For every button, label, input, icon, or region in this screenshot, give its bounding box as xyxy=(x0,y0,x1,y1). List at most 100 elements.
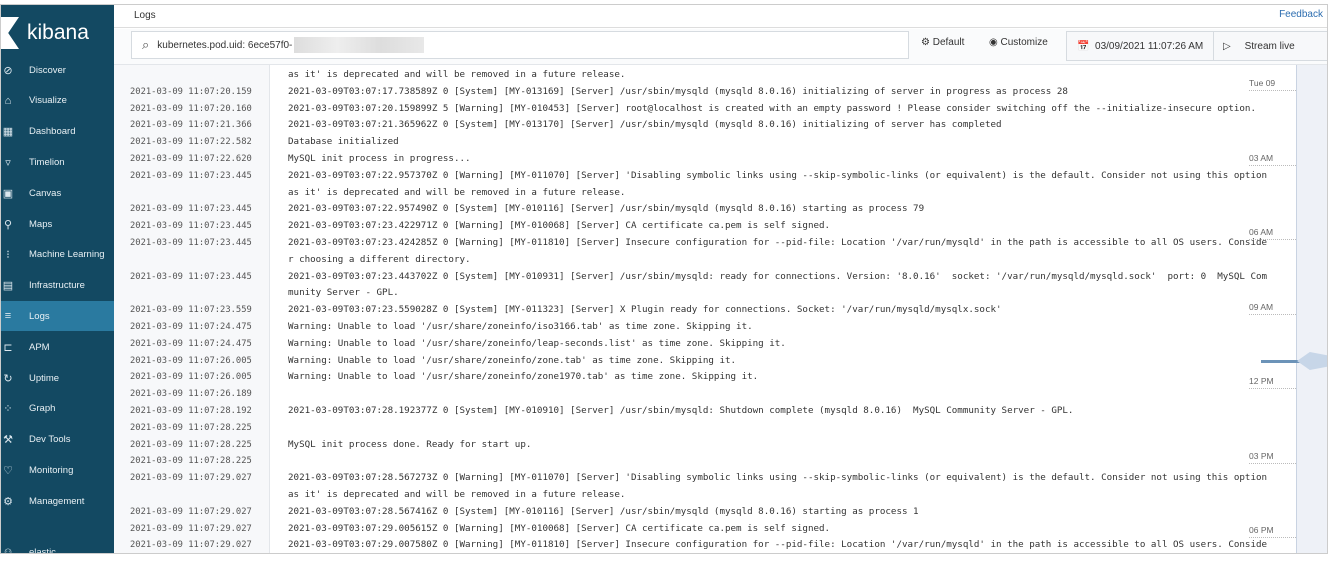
search-input[interactable]: ⌕ kubernetes.pod.uid: 6ece57f0- xyxy=(131,31,909,59)
log-timestamp: 2021-03-09 11:07:29.027 xyxy=(130,523,252,534)
maps-icon: ⚲ xyxy=(3,218,13,231)
timeline-tick: 12 PM xyxy=(1249,376,1296,389)
sidebar-item-label: Dev Tools xyxy=(29,434,71,446)
infrastructure-icon: ▤ xyxy=(2,280,14,293)
kibana-logo-icon xyxy=(1,17,19,49)
sidebar-item-label: Uptime xyxy=(29,372,60,384)
log-timestamp: 2021-03-09 11:07:29.027 xyxy=(130,506,252,517)
visualize-icon: ⌂ xyxy=(4,94,12,107)
timeline-tick: 06 AM xyxy=(1249,227,1296,240)
log-timestamp: 2021-03-09 11:07:23.445 xyxy=(130,271,252,282)
monitoring-icon: ♡ xyxy=(3,464,13,477)
log-message-line: munity Server - GPL. xyxy=(288,287,399,299)
sidebar-item-label: Graph xyxy=(29,403,56,415)
sidebar-item-label: Monitoring xyxy=(29,464,74,476)
sidebar-item-discover[interactable]: ⊘ Discover xyxy=(1,55,114,85)
stream-live-button[interactable]: ▷ Stream live xyxy=(1223,41,1295,52)
log-timestamp: 2021-03-09 11:07:23.445 xyxy=(130,170,252,181)
default-button[interactable]: ⚙ Default xyxy=(921,37,964,48)
sidebar-item-monitoring[interactable]: ♡ Monitoring xyxy=(1,455,114,485)
log-message-line: Database initialized xyxy=(288,136,399,148)
sidebar-item-uptime[interactable]: ↻ Uptime xyxy=(1,363,114,393)
sidebar-item-management[interactable]: ⚙ Management xyxy=(1,486,114,516)
log-message: 2021-03-09T03:07:29.005615Z 0 [Warning] … xyxy=(288,521,830,538)
timeline[interactable]: Tue 09 03 AM 06 AM 09 AM 12 PM 03 PM 06 PM xyxy=(1241,65,1296,553)
log-message: 2021-03-09T03:07:21.365962Z 0 [System] [… xyxy=(288,117,1002,134)
ml-icon: ⁝ xyxy=(6,249,10,262)
sidebar-item-maps[interactable]: ⚲ Maps xyxy=(1,209,114,239)
sidebar-item-label: Maps xyxy=(29,218,53,230)
feedback-link[interactable]: Feedback xyxy=(1279,9,1323,20)
kibana-logo[interactable]: kibana xyxy=(1,13,89,53)
log-stream[interactable]: as it' is deprecated and will be removed… xyxy=(114,65,1267,553)
sidebar-item-infrastructure[interactable]: ▤ Infrastructure xyxy=(1,271,114,301)
log-message-line: 2021-03-09T03:07:23.422971Z 0 [Warning] … xyxy=(288,220,831,232)
sidebar-item-machine-learning[interactable]: ⁝ Machine Learning xyxy=(1,240,114,270)
log-timestamp: 2021-03-09 11:07:20.159 xyxy=(130,86,252,97)
log-timestamp: 2021-03-09 11:07:29.027 xyxy=(130,473,252,484)
log-timestamp: 2021-03-09 11:07:24.475 xyxy=(130,322,252,332)
log-message: 2021-03-09T03:07:23.424285Z 0 [Warning] … xyxy=(288,235,1267,269)
sidebar-item-canvas[interactable]: ▣ Canvas xyxy=(1,178,114,208)
log-message-line: 2021-03-09T03:07:29.007580Z 0 [Warning] … xyxy=(288,539,1268,551)
devtools-icon: ⚒ xyxy=(3,434,13,447)
sidebar-item-dev-tools[interactable]: ⚒ Dev Tools xyxy=(1,425,114,455)
log-message: 2021-03-09T03:07:23.559028Z 0 [System] [… xyxy=(288,302,1002,319)
log-timestamp: 2021-03-09 11:07:23.445 xyxy=(130,238,252,248)
log-message: 2021-03-09T03:07:23.443702Z 0 [System] [… xyxy=(288,269,1267,303)
log-timestamp: 2021-03-09 11:07:23.559 xyxy=(130,305,252,316)
log-message-line: 2021-03-09T03:07:28.567416Z 0 [System] [… xyxy=(288,505,919,517)
sidebar-item-graph[interactable]: ⁘ Graph xyxy=(1,394,114,424)
log-minimap[interactable] xyxy=(1296,65,1327,553)
log-timestamp: 2021-03-09 11:07:23.445 xyxy=(130,221,252,232)
date-display[interactable]: 📅 03/09/2021 11:07:26 AM xyxy=(1077,41,1203,52)
log-timestamp: 2021-03-09 11:07:28.192 xyxy=(130,406,252,416)
log-message: 2021-03-09T03:07:20.159899Z 5 [Warning] … xyxy=(288,101,1256,118)
apm-icon: ⊏ xyxy=(3,341,13,354)
log-message: 2021-03-09T03:07:23.422971Z 0 [Warning] … xyxy=(288,218,830,235)
kibana-window: kibana ⊘ Discover ⌂ Visualize ▦ Dashboard ▿ Tim… xyxy=(0,4,1328,554)
sidebar-item-visualize[interactable]: ⌂ Visualize xyxy=(1,86,114,116)
timeline-tick: 03 AM xyxy=(1249,153,1296,166)
sidebar-item-logs[interactable]: ≡ Logs xyxy=(1,301,114,332)
log-message-line: MySQL init process in progress... xyxy=(288,153,471,164)
logs-icon: ≡ xyxy=(4,310,12,323)
log-timestamp: 2021-03-09 11:07:28.225 xyxy=(130,422,252,433)
log-message-line: r choosing a different directory. xyxy=(288,253,471,265)
log-message: 2021-03-09T03:07:17.738589Z 0 [System] [… xyxy=(288,84,1068,101)
sidebar-item-dashboard[interactable]: ▦ Dashboard xyxy=(1,117,114,147)
sidebar-item-apm[interactable]: ⊏ APM xyxy=(1,332,114,362)
canvas-icon: ▣ xyxy=(2,187,14,200)
sidebar-item-timelion[interactable]: ▿ Timelion xyxy=(1,147,114,177)
stream-live-label: Stream live xyxy=(1244,41,1295,52)
eye-icon: ◉ xyxy=(989,37,998,48)
date-value: 03/09/2021 11:07:26 AM xyxy=(1095,41,1204,52)
log-timestamp: 2021-03-09 11:07:29.027 xyxy=(130,540,252,551)
log-message: 2021-03-09T03:07:22.957490Z 0 [System] [… xyxy=(288,201,924,218)
sidebar-item-label: Management xyxy=(29,495,85,507)
customize-button[interactable]: ◉ Customize xyxy=(989,37,1048,48)
log-timestamp: 2021-03-09 11:07:26.189 xyxy=(130,389,252,400)
compass-icon: ⊘ xyxy=(3,64,13,77)
log-message: 2021-03-09T03:07:29.007580Z 0 [Warning] … xyxy=(288,537,1268,553)
log-message: MySQL init process in progress... xyxy=(288,151,471,168)
log-message: Warning: Unable to load '/usr/share/zone… xyxy=(288,369,758,386)
log-timestamp: 2021-03-09 11:07:20.160 xyxy=(130,103,252,114)
date-picker[interactable]: 📅 03/09/2021 11:07:26 AM ▷ Stream live xyxy=(1066,31,1327,61)
log-timestamp: 2021-03-09 11:07:24.475 xyxy=(130,338,252,349)
log-timestamp: 2021-03-09 11:07:26.005 xyxy=(130,372,252,383)
user-menu[interactable]: ☺ elastic xyxy=(1,537,114,554)
user-icon: ☺ xyxy=(2,546,14,554)
gear-icon: ⚙ xyxy=(3,495,13,508)
timeline-tick: 06 PM xyxy=(1249,525,1296,538)
customize-label: Customize xyxy=(1000,37,1048,48)
log-message: 2021-03-09T03:07:28.567416Z 0 [System] [… xyxy=(288,504,919,521)
divider xyxy=(1213,32,1214,60)
log-message-line: 2021-03-09T03:07:23.424285Z 0 [Warning] … xyxy=(288,237,1268,248)
log-timestamp: 2021-03-09 11:07:21.366 xyxy=(130,120,252,131)
log-message-line: Warning: Unable to load '/usr/share/zone… xyxy=(288,337,786,349)
calendar-icon: 📅 xyxy=(1077,41,1090,52)
log-message-line: 2021-03-09T03:07:23.559028Z 0 [System] [… xyxy=(288,304,1002,316)
log-message: Database initialized xyxy=(288,134,399,151)
log-timestamp: 2021-03-09 11:07:22.620 xyxy=(130,154,252,164)
